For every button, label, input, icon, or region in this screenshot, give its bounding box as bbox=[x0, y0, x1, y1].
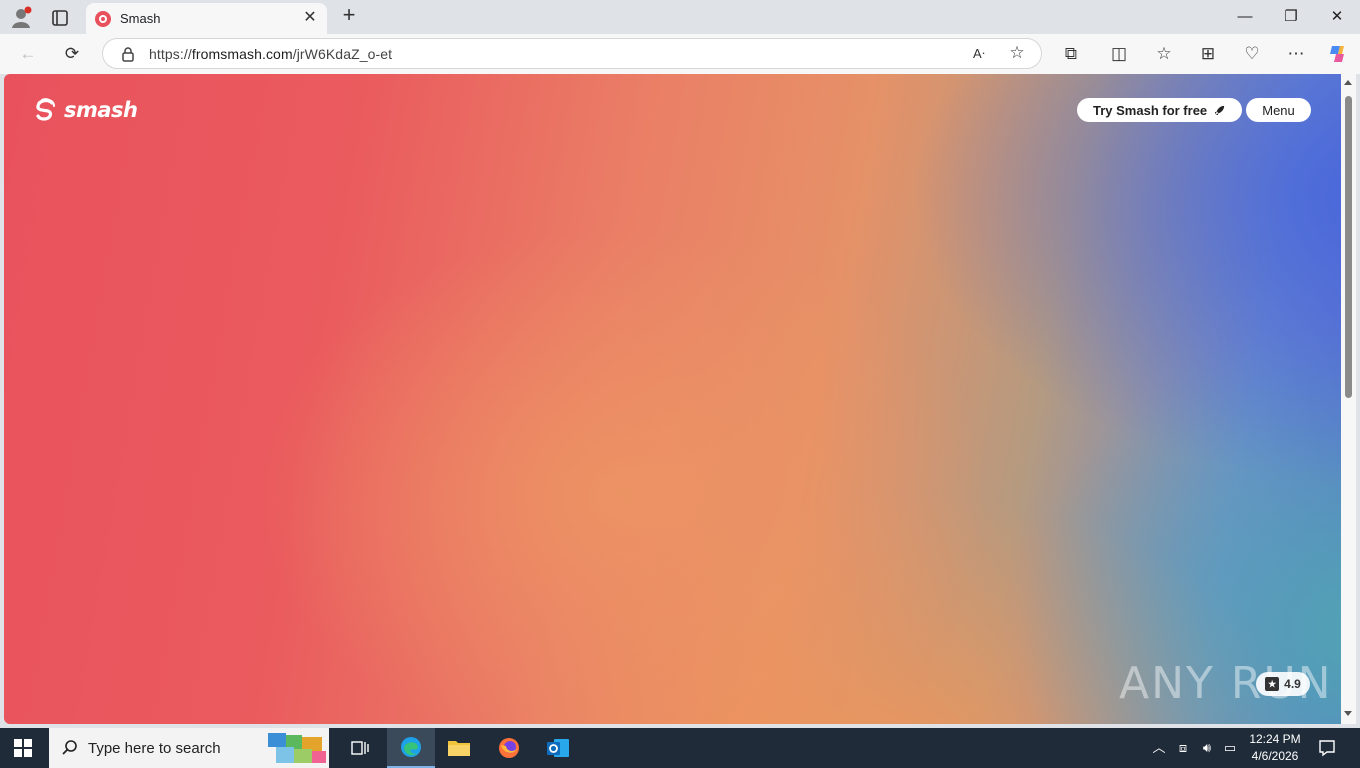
meet-now-icon[interactable]: ⧈ bbox=[1175, 740, 1191, 756]
task-view-icon bbox=[351, 741, 369, 755]
network-icon[interactable]: ▭ bbox=[1222, 740, 1238, 756]
url-scheme: https:// bbox=[149, 46, 192, 62]
file-explorer-icon bbox=[448, 741, 470, 756]
tray-overflow-icon[interactable]: ︿ bbox=[1151, 740, 1167, 756]
firefox-icon bbox=[499, 738, 519, 758]
address-bar[interactable]: https://fromsmash.com/jrW6KdaZ_o-et Aᐧ ☆ bbox=[102, 38, 1042, 69]
minimize-button[interactable]: — bbox=[1234, 6, 1256, 28]
rating-star-icon: ★ bbox=[1265, 677, 1280, 691]
rating-badge[interactable]: ★ 4.9 bbox=[1256, 672, 1310, 696]
notification-icon[interactable] bbox=[1318, 739, 1336, 757]
settings-more-icon[interactable]: ⋯ bbox=[1284, 42, 1308, 66]
favorites-icon[interactable]: ☆ bbox=[1152, 42, 1176, 66]
rating-value: 4.9 bbox=[1284, 677, 1301, 691]
close-window-button[interactable]: ✕ bbox=[1326, 6, 1348, 28]
browser-toolbar: ← ⟳ https://fromsmash.com/jrW6KdaZ_o-et … bbox=[0, 34, 1360, 74]
taskbar-explorer-button[interactable] bbox=[435, 728, 483, 768]
split-screen-icon[interactable]: ◫ bbox=[1107, 42, 1131, 66]
taskbar-firefox-button[interactable] bbox=[485, 728, 533, 768]
url-text[interactable]: https://fromsmash.com/jrW6KdaZ_o-et bbox=[149, 46, 392, 62]
taskbar-outlook-button[interactable] bbox=[534, 728, 582, 768]
tab-title: Smash bbox=[120, 11, 161, 26]
scroll-thumb[interactable] bbox=[1345, 96, 1352, 398]
task-view-button[interactable] bbox=[336, 728, 384, 768]
menu-button[interactable]: Menu bbox=[1246, 98, 1311, 122]
lock-icon[interactable] bbox=[119, 45, 137, 63]
browser-tab-strip: Smash ✕ + — ❐ ✕ bbox=[0, 0, 1360, 34]
clock-time: 12:24 PM bbox=[1249, 732, 1301, 746]
profile-icon[interactable] bbox=[8, 5, 34, 31]
volume-icon[interactable]: 🔊︎ bbox=[1199, 740, 1215, 756]
tab-close-icon[interactable]: ✕ bbox=[301, 9, 319, 27]
new-tab-button[interactable]: + bbox=[338, 4, 360, 27]
page-scrollbar[interactable] bbox=[1341, 74, 1356, 724]
clock-date: 4/6/2026 bbox=[1251, 749, 1299, 763]
windows-taskbar: Type here to search ︿ ⧈ 🔊︎ ▭ 12:24 PM 4/… bbox=[0, 728, 1360, 768]
copilot-icon[interactable] bbox=[1326, 42, 1350, 66]
url-path: /jrW6KdaZ_o-et bbox=[292, 46, 393, 62]
edge-icon bbox=[401, 737, 421, 757]
taskbar-edge-button[interactable] bbox=[387, 728, 435, 768]
taskbar-clock[interactable]: 12:24 PM 4/6/2026 bbox=[1244, 731, 1306, 765]
page-viewport: smash Try Smash for free Menu ANY RUN ★ … bbox=[4, 74, 1341, 724]
search-icon bbox=[62, 740, 77, 755]
back-button[interactable]: ← bbox=[16, 42, 40, 66]
outlook-icon bbox=[547, 739, 569, 757]
url-host: fromsmash.com bbox=[191, 46, 293, 62]
try-smash-label: Try Smash for free bbox=[1093, 102, 1208, 118]
scroll-up-icon[interactable] bbox=[1344, 80, 1352, 85]
tab-smash[interactable]: Smash ✕ bbox=[86, 3, 327, 34]
restore-button[interactable]: ❐ bbox=[1280, 6, 1302, 28]
taskbar-search-box[interactable]: Type here to search bbox=[49, 728, 329, 768]
smash-favicon-icon bbox=[95, 11, 111, 27]
smash-logo-icon bbox=[36, 98, 55, 121]
rocket-icon bbox=[1215, 105, 1225, 115]
smash-logo[interactable]: smash bbox=[32, 94, 138, 126]
scroll-down-icon[interactable] bbox=[1344, 711, 1352, 716]
refresh-button[interactable]: ⟳ bbox=[60, 42, 84, 66]
logo-wordmark: smash bbox=[64, 98, 138, 122]
search-highlight-puzzle-icon bbox=[268, 733, 326, 763]
search-placeholder: Type here to search bbox=[88, 740, 221, 757]
read-aloud-icon[interactable]: Aᐧ bbox=[969, 44, 989, 64]
favorite-star-icon[interactable]: ☆ bbox=[1007, 43, 1027, 63]
browser-essentials-icon[interactable]: ♡ bbox=[1240, 42, 1264, 66]
tab-actions-icon[interactable] bbox=[48, 6, 72, 30]
windows-start-icon[interactable] bbox=[14, 739, 32, 757]
extensions-icon[interactable]: ⧉ bbox=[1059, 42, 1083, 66]
collections-icon[interactable]: ⊞ bbox=[1196, 42, 1220, 66]
try-smash-button[interactable]: Try Smash for free bbox=[1077, 98, 1243, 122]
